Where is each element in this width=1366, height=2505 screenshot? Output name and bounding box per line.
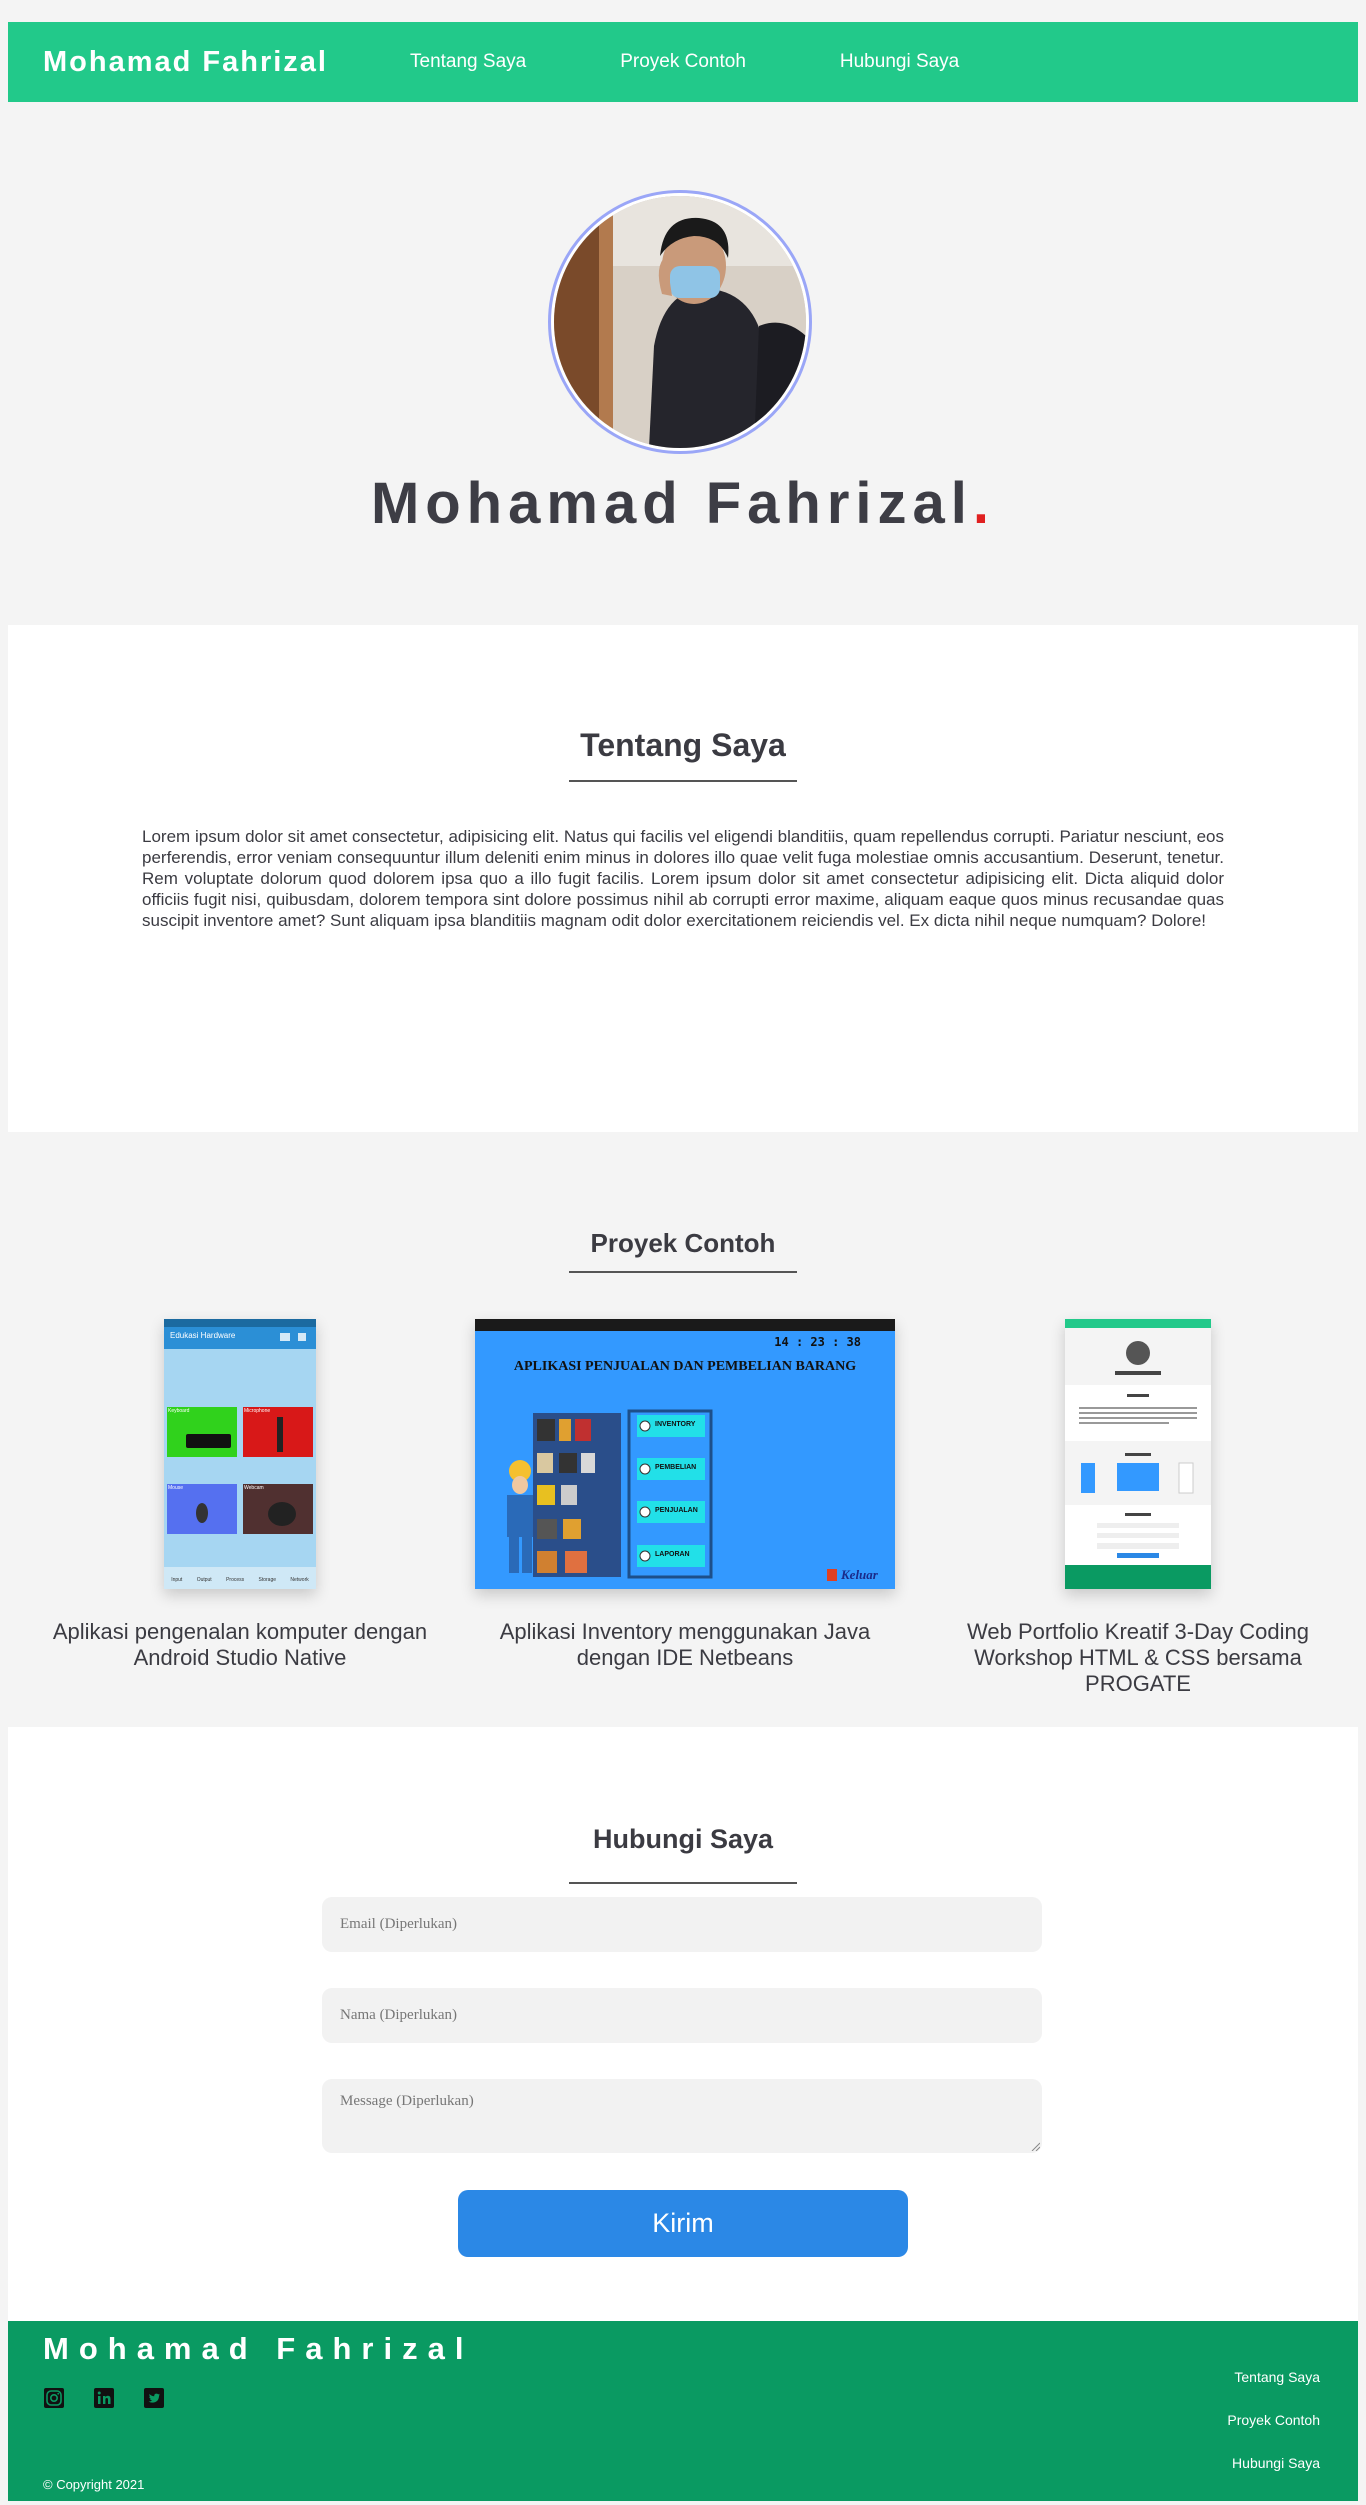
nav-link-proyek-contoh[interactable]: Proyek Contoh	[620, 51, 746, 73]
java-menu-item: PEMBELIAN	[655, 1464, 697, 1471]
hero-name-dot: .	[972, 471, 996, 536]
instagram-icon[interactable]	[43, 2387, 65, 2409]
project-image-web[interactable]	[1065, 1319, 1211, 1589]
footer: Mohamad Fahrizal © Copyright 2021 Tentan…	[8, 2321, 1358, 2501]
java-heading: APLIKASI PENJUALAN DAN PEMBELIAN BARANG	[513, 1359, 857, 1374]
project-caption: Web Portfolio Kreatif 3-Day Coding Works…	[967, 1619, 1309, 1696]
project-image-java[interactable]: 14 : 23 : 38 APLIKASI PENJUALAN DAN PEMB…	[475, 1319, 895, 1589]
projects-title-underline	[569, 1271, 797, 1273]
contact-title-underline	[569, 1882, 797, 1884]
hero-section: Mohamad Fahrizal.	[8, 102, 1358, 625]
java-clock: 14 : 23 : 38	[774, 1335, 861, 1349]
message-placeholder: Message (Diperlukan)	[340, 2093, 474, 2109]
java-menu-item: INVENTORY	[655, 1421, 696, 1428]
footer-social-icons	[43, 2387, 193, 2409]
project-image-android[interactable]: Edukasi Hardware Keyboard Microphone Mou…	[164, 1319, 316, 1589]
about-title-underline	[569, 780, 797, 782]
name-placeholder: Nama (Diperlukan)	[340, 2007, 458, 2023]
project-card-java: 14 : 23 : 38 APLIKASI PENJUALAN DAN PEMB…	[460, 1319, 910, 1671]
about-section: Tentang Saya Lorem ipsum dolor sit amet …	[8, 625, 1358, 1132]
java-exit-label: Keluar	[841, 1567, 878, 1582]
twitter-icon[interactable]	[143, 2387, 165, 2409]
nav-link-tentang-saya[interactable]: Tentang Saya	[410, 51, 526, 73]
profile-photo	[554, 196, 806, 448]
android-bottom-nav: Input Output Process Storage Network	[164, 1577, 316, 1583]
footer-link-hubungi-saya[interactable]: Hubungi Saya	[1232, 2455, 1320, 2471]
email-field[interactable]: Email (Diperlukan)	[322, 1897, 1042, 1952]
nav-link-hubungi-saya[interactable]: Hubungi Saya	[840, 51, 959, 73]
top-navbar: Mohamad Fahrizal Tentang Saya Proyek Con…	[8, 22, 1358, 102]
android-nav-tab: Process	[226, 1577, 245, 1583]
android-tile-label: Mouse	[168, 1485, 184, 1491]
contact-section: Hubungi Saya Email (Diperlukan) Nama (Di…	[8, 1727, 1358, 2321]
send-button[interactable]: Kirim	[458, 2190, 908, 2257]
nav-brand[interactable]: Mohamad Fahrizal	[43, 46, 410, 79]
project-caption: Aplikasi Inventory menggunakan Java deng…	[499, 1619, 871, 1670]
android-nav-tab: Network	[290, 1577, 309, 1583]
java-menu-item: LAPORAN	[655, 1551, 690, 1558]
footer-link-tentang-saya[interactable]: Tentang Saya	[1234, 2369, 1320, 2385]
contact-title: Hubungi Saya	[592, 1824, 774, 1854]
message-field[interactable]: Message (Diperlukan)	[322, 2079, 1042, 2153]
about-text: Lorem ipsum dolor sit amet consectetur, …	[142, 827, 1224, 930]
hero-name-text: Mohamad Fahrizal	[370, 471, 973, 536]
page: Mohamad Fahrizal Tentang Saya Proyek Con…	[8, 22, 1358, 2501]
project-caption: Aplikasi pengenalan komputer dengan Andr…	[52, 1619, 428, 1670]
android-app-title: Edukasi Hardware	[170, 1331, 236, 1340]
project-card-web: Web Portfolio Kreatif 3-Day Coding Works…	[928, 1319, 1348, 1697]
android-nav-tab: Storage	[258, 1577, 277, 1583]
android-tile-label: Microphone	[244, 1408, 271, 1414]
android-tile-label: Keyboard	[168, 1408, 190, 1414]
name-field[interactable]: Nama (Diperlukan)	[322, 1988, 1042, 2043]
hero-name: Mohamad Fahrizal.	[8, 470, 1358, 537]
nav-links: Tentang Saya Proyek Contoh Hubungi Saya	[410, 51, 959, 73]
android-nav-tab: Output	[196, 1577, 212, 1583]
android-tile-label: Webcam	[244, 1485, 264, 1491]
android-nav-tab: Input	[171, 1577, 183, 1583]
email-placeholder: Email (Diperlukan)	[340, 1916, 458, 1932]
linkedin-icon[interactable]	[93, 2387, 115, 2409]
projects-title: Proyek Contoh	[590, 1228, 776, 1258]
about-title: Tentang Saya	[580, 727, 786, 763]
projects-section: Proyek Contoh Edukasi Hardware Keyboard …	[8, 1132, 1358, 1727]
project-card-android: Edukasi Hardware Keyboard Microphone Mou…	[30, 1319, 450, 1671]
resize-handle-icon[interactable]	[1030, 2141, 1040, 2151]
footer-brand: Mohamad Fahrizal	[43, 2331, 474, 2366]
java-menu-item: PENJUALAN	[655, 1507, 698, 1514]
footer-link-proyek-contoh[interactable]: Proyek Contoh	[1227, 2412, 1320, 2428]
avatar	[548, 190, 812, 454]
footer-copyright: © Copyright 2021	[43, 2477, 145, 2492]
